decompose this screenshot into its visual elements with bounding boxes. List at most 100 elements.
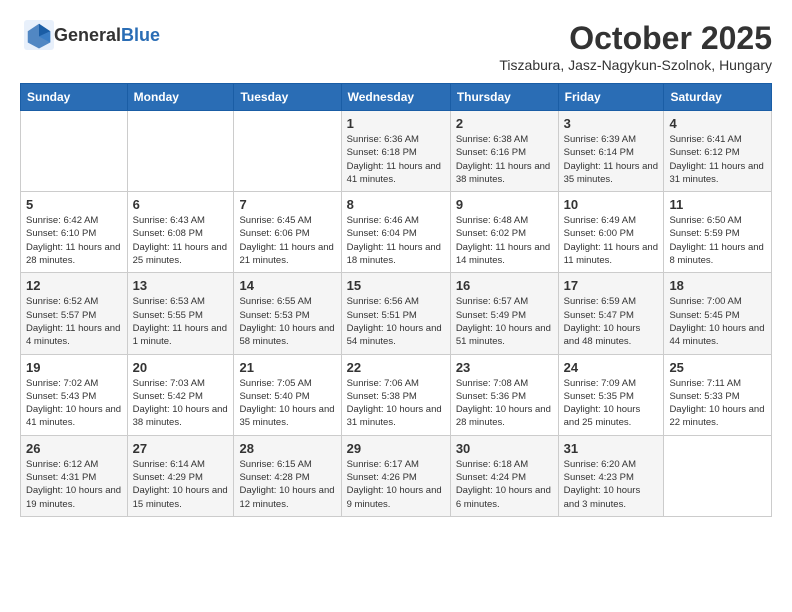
day-number: 13 — [133, 278, 229, 293]
day-number: 24 — [564, 360, 659, 375]
calendar-cell: 3 Sunrise: 6:39 AM Sunset: 6:14 PM Daylig… — [558, 111, 664, 192]
calendar-cell — [127, 111, 234, 192]
calendar-cell: 4 Sunrise: 6:41 AM Sunset: 6:12 PM Daylig… — [664, 111, 772, 192]
calendar-week-row: 12 Sunrise: 6:52 AM Sunset: 5:57 PM Dayli… — [21, 273, 772, 354]
day-info: Sunrise: 6:46 AM Sunset: 6:04 PM Dayligh… — [347, 214, 445, 267]
day-info: Sunrise: 6:20 AM Sunset: 4:23 PM Dayligh… — [564, 458, 659, 511]
day-number: 3 — [564, 116, 659, 131]
calendar-cell: 22Sunrise: 7:06 AM Sunset: 5:38 PM Dayli… — [341, 354, 450, 435]
day-info: Sunrise: 7:06 AM Sunset: 5:38 PM Dayligh… — [347, 377, 445, 430]
calendar-cell: 6 Sunrise: 6:43 AM Sunset: 6:08 PM Daylig… — [127, 192, 234, 273]
day-number: 12 — [26, 278, 122, 293]
calendar-cell: 21 Sunrise: 7:05 AM Sunset: 5:40 PM Dayli… — [234, 354, 341, 435]
day-info: Sunrise: 6:43 AM Sunset: 6:08 PM Dayligh… — [133, 214, 229, 267]
calendar-cell: 2 Sunrise: 6:38 AM Sunset: 6:16 PM Daylig… — [450, 111, 558, 192]
day-info: Sunrise: 6:50 AM Sunset: 5:59 PM Dayligh… — [669, 214, 766, 267]
calendar-cell: 12 Sunrise: 6:52 AM Sunset: 5:57 PM Dayli… — [21, 273, 128, 354]
day-info: Sunrise: 7:03 AM Sunset: 5:42 PM Dayligh… — [133, 377, 229, 430]
day-number: 4 — [669, 116, 766, 131]
day-number: 29 — [347, 441, 445, 456]
day-number: 30 — [456, 441, 553, 456]
day-number: 31 — [564, 441, 659, 456]
day-number: 10 — [564, 197, 659, 212]
weekday-header-friday: Friday — [558, 84, 664, 111]
day-number: 18 — [669, 278, 766, 293]
calendar-cell: 5 Sunrise: 6:42 AM Sunset: 6:10 PM Daylig… — [21, 192, 128, 273]
day-info: Sunrise: 6:41 AM Sunset: 6:12 PM Dayligh… — [669, 133, 766, 186]
day-info: Sunrise: 6:42 AM Sunset: 6:10 PM Dayligh… — [26, 214, 122, 267]
day-number: 28 — [239, 441, 335, 456]
logo: GeneralBlue — [20, 20, 160, 50]
calendar-cell: 29 Sunrise: 6:17 AM Sunset: 4:26 PM Dayli… — [341, 435, 450, 516]
day-info: Sunrise: 6:52 AM Sunset: 5:57 PM Dayligh… — [26, 295, 122, 348]
calendar-week-row: 26Sunrise: 6:12 AM Sunset: 4:31 PM Dayli… — [21, 435, 772, 516]
day-number: 21 — [239, 360, 335, 375]
day-info: Sunrise: 7:09 AM Sunset: 5:35 PM Dayligh… — [564, 377, 659, 430]
day-info: Sunrise: 6:48 AM Sunset: 6:02 PM Dayligh… — [456, 214, 553, 267]
weekday-header-saturday: Saturday — [664, 84, 772, 111]
day-number: 5 — [26, 197, 122, 212]
calendar-cell: 10 Sunrise: 6:49 AM Sunset: 6:00 PM Dayli… — [558, 192, 664, 273]
day-info: Sunrise: 6:59 AM Sunset: 5:47 PM Dayligh… — [564, 295, 659, 348]
day-number: 7 — [239, 197, 335, 212]
day-info: Sunrise: 6:36 AM Sunset: 6:18 PM Dayligh… — [347, 133, 445, 186]
day-number: 16 — [456, 278, 553, 293]
day-info: Sunrise: 7:05 AM Sunset: 5:40 PM Dayligh… — [239, 377, 335, 430]
day-number: 2 — [456, 116, 553, 131]
calendar-cell: 24 Sunrise: 7:09 AM Sunset: 5:35 PM Dayli… — [558, 354, 664, 435]
calendar-cell: 31 Sunrise: 6:20 AM Sunset: 4:23 PM Dayli… — [558, 435, 664, 516]
subtitle: Tiszabura, Jasz-Nagykun-Szolnok, Hungary — [499, 57, 772, 73]
day-info: Sunrise: 6:53 AM Sunset: 5:55 PM Dayligh… — [133, 295, 229, 348]
calendar-table: SundayMondayTuesdayWednesdayThursdayFrid… — [20, 83, 772, 517]
day-number: 17 — [564, 278, 659, 293]
day-info: Sunrise: 7:08 AM Sunset: 5:36 PM Dayligh… — [456, 377, 553, 430]
day-info: Sunrise: 6:56 AM Sunset: 5:51 PM Dayligh… — [347, 295, 445, 348]
page-header: GeneralBlue October 2025 Tiszabura, Jasz… — [20, 20, 772, 73]
logo-blue: Blue — [121, 25, 160, 45]
day-info: Sunrise: 7:11 AM Sunset: 5:33 PM Dayligh… — [669, 377, 766, 430]
day-info: Sunrise: 7:00 AM Sunset: 5:45 PM Dayligh… — [669, 295, 766, 348]
calendar-cell — [234, 111, 341, 192]
calendar-cell: 23Sunrise: 7:08 AM Sunset: 5:36 PM Dayli… — [450, 354, 558, 435]
day-number: 9 — [456, 197, 553, 212]
calendar-cell: 25Sunrise: 7:11 AM Sunset: 5:33 PM Dayli… — [664, 354, 772, 435]
day-number: 20 — [133, 360, 229, 375]
weekday-header-tuesday: Tuesday — [234, 84, 341, 111]
calendar-cell: 13 Sunrise: 6:53 AM Sunset: 5:55 PM Dayli… — [127, 273, 234, 354]
day-info: Sunrise: 7:02 AM Sunset: 5:43 PM Dayligh… — [26, 377, 122, 430]
day-info: Sunrise: 6:49 AM Sunset: 6:00 PM Dayligh… — [564, 214, 659, 267]
day-number: 8 — [347, 197, 445, 212]
calendar-cell: 30 Sunrise: 6:18 AM Sunset: 4:24 PM Dayli… — [450, 435, 558, 516]
title-block: October 2025 Tiszabura, Jasz-Nagykun-Szo… — [499, 20, 772, 73]
calendar-cell: 18 Sunrise: 7:00 AM Sunset: 5:45 PM Dayli… — [664, 273, 772, 354]
calendar-cell: 16Sunrise: 6:57 AM Sunset: 5:49 PM Dayli… — [450, 273, 558, 354]
day-number: 15 — [347, 278, 445, 293]
day-number: 11 — [669, 197, 766, 212]
calendar-cell: 9 Sunrise: 6:48 AM Sunset: 6:02 PM Daylig… — [450, 192, 558, 273]
weekday-header-wednesday: Wednesday — [341, 84, 450, 111]
day-info: Sunrise: 6:17 AM Sunset: 4:26 PM Dayligh… — [347, 458, 445, 511]
calendar-cell: 28 Sunrise: 6:15 AM Sunset: 4:28 PM Dayli… — [234, 435, 341, 516]
calendar-cell: 19 Sunrise: 7:02 AM Sunset: 5:43 PM Dayli… — [21, 354, 128, 435]
day-info: Sunrise: 6:39 AM Sunset: 6:14 PM Dayligh… — [564, 133, 659, 186]
day-number: 6 — [133, 197, 229, 212]
logo-icon — [24, 20, 54, 50]
logo-text: GeneralBlue — [54, 25, 160, 46]
calendar-cell: 7 Sunrise: 6:45 AM Sunset: 6:06 PM Daylig… — [234, 192, 341, 273]
calendar-week-row: 19 Sunrise: 7:02 AM Sunset: 5:43 PM Dayli… — [21, 354, 772, 435]
calendar-cell: 14Sunrise: 6:55 AM Sunset: 5:53 PM Dayli… — [234, 273, 341, 354]
calendar-cell: 11 Sunrise: 6:50 AM Sunset: 5:59 PM Dayli… — [664, 192, 772, 273]
day-info: Sunrise: 6:45 AM Sunset: 6:06 PM Dayligh… — [239, 214, 335, 267]
day-info: Sunrise: 6:14 AM Sunset: 4:29 PM Dayligh… — [133, 458, 229, 511]
weekday-header-monday: Monday — [127, 84, 234, 111]
day-number: 19 — [26, 360, 122, 375]
day-number: 26 — [26, 441, 122, 456]
day-info: Sunrise: 6:15 AM Sunset: 4:28 PM Dayligh… — [239, 458, 335, 511]
calendar-week-row: 1Sunrise: 6:36 AM Sunset: 6:18 PM Daylig… — [21, 111, 772, 192]
day-number: 27 — [133, 441, 229, 456]
day-info: Sunrise: 6:38 AM Sunset: 6:16 PM Dayligh… — [456, 133, 553, 186]
calendar-cell: 8 Sunrise: 6:46 AM Sunset: 6:04 PM Daylig… — [341, 192, 450, 273]
day-info: Sunrise: 6:18 AM Sunset: 4:24 PM Dayligh… — [456, 458, 553, 511]
weekday-header-thursday: Thursday — [450, 84, 558, 111]
calendar-week-row: 5 Sunrise: 6:42 AM Sunset: 6:10 PM Daylig… — [21, 192, 772, 273]
